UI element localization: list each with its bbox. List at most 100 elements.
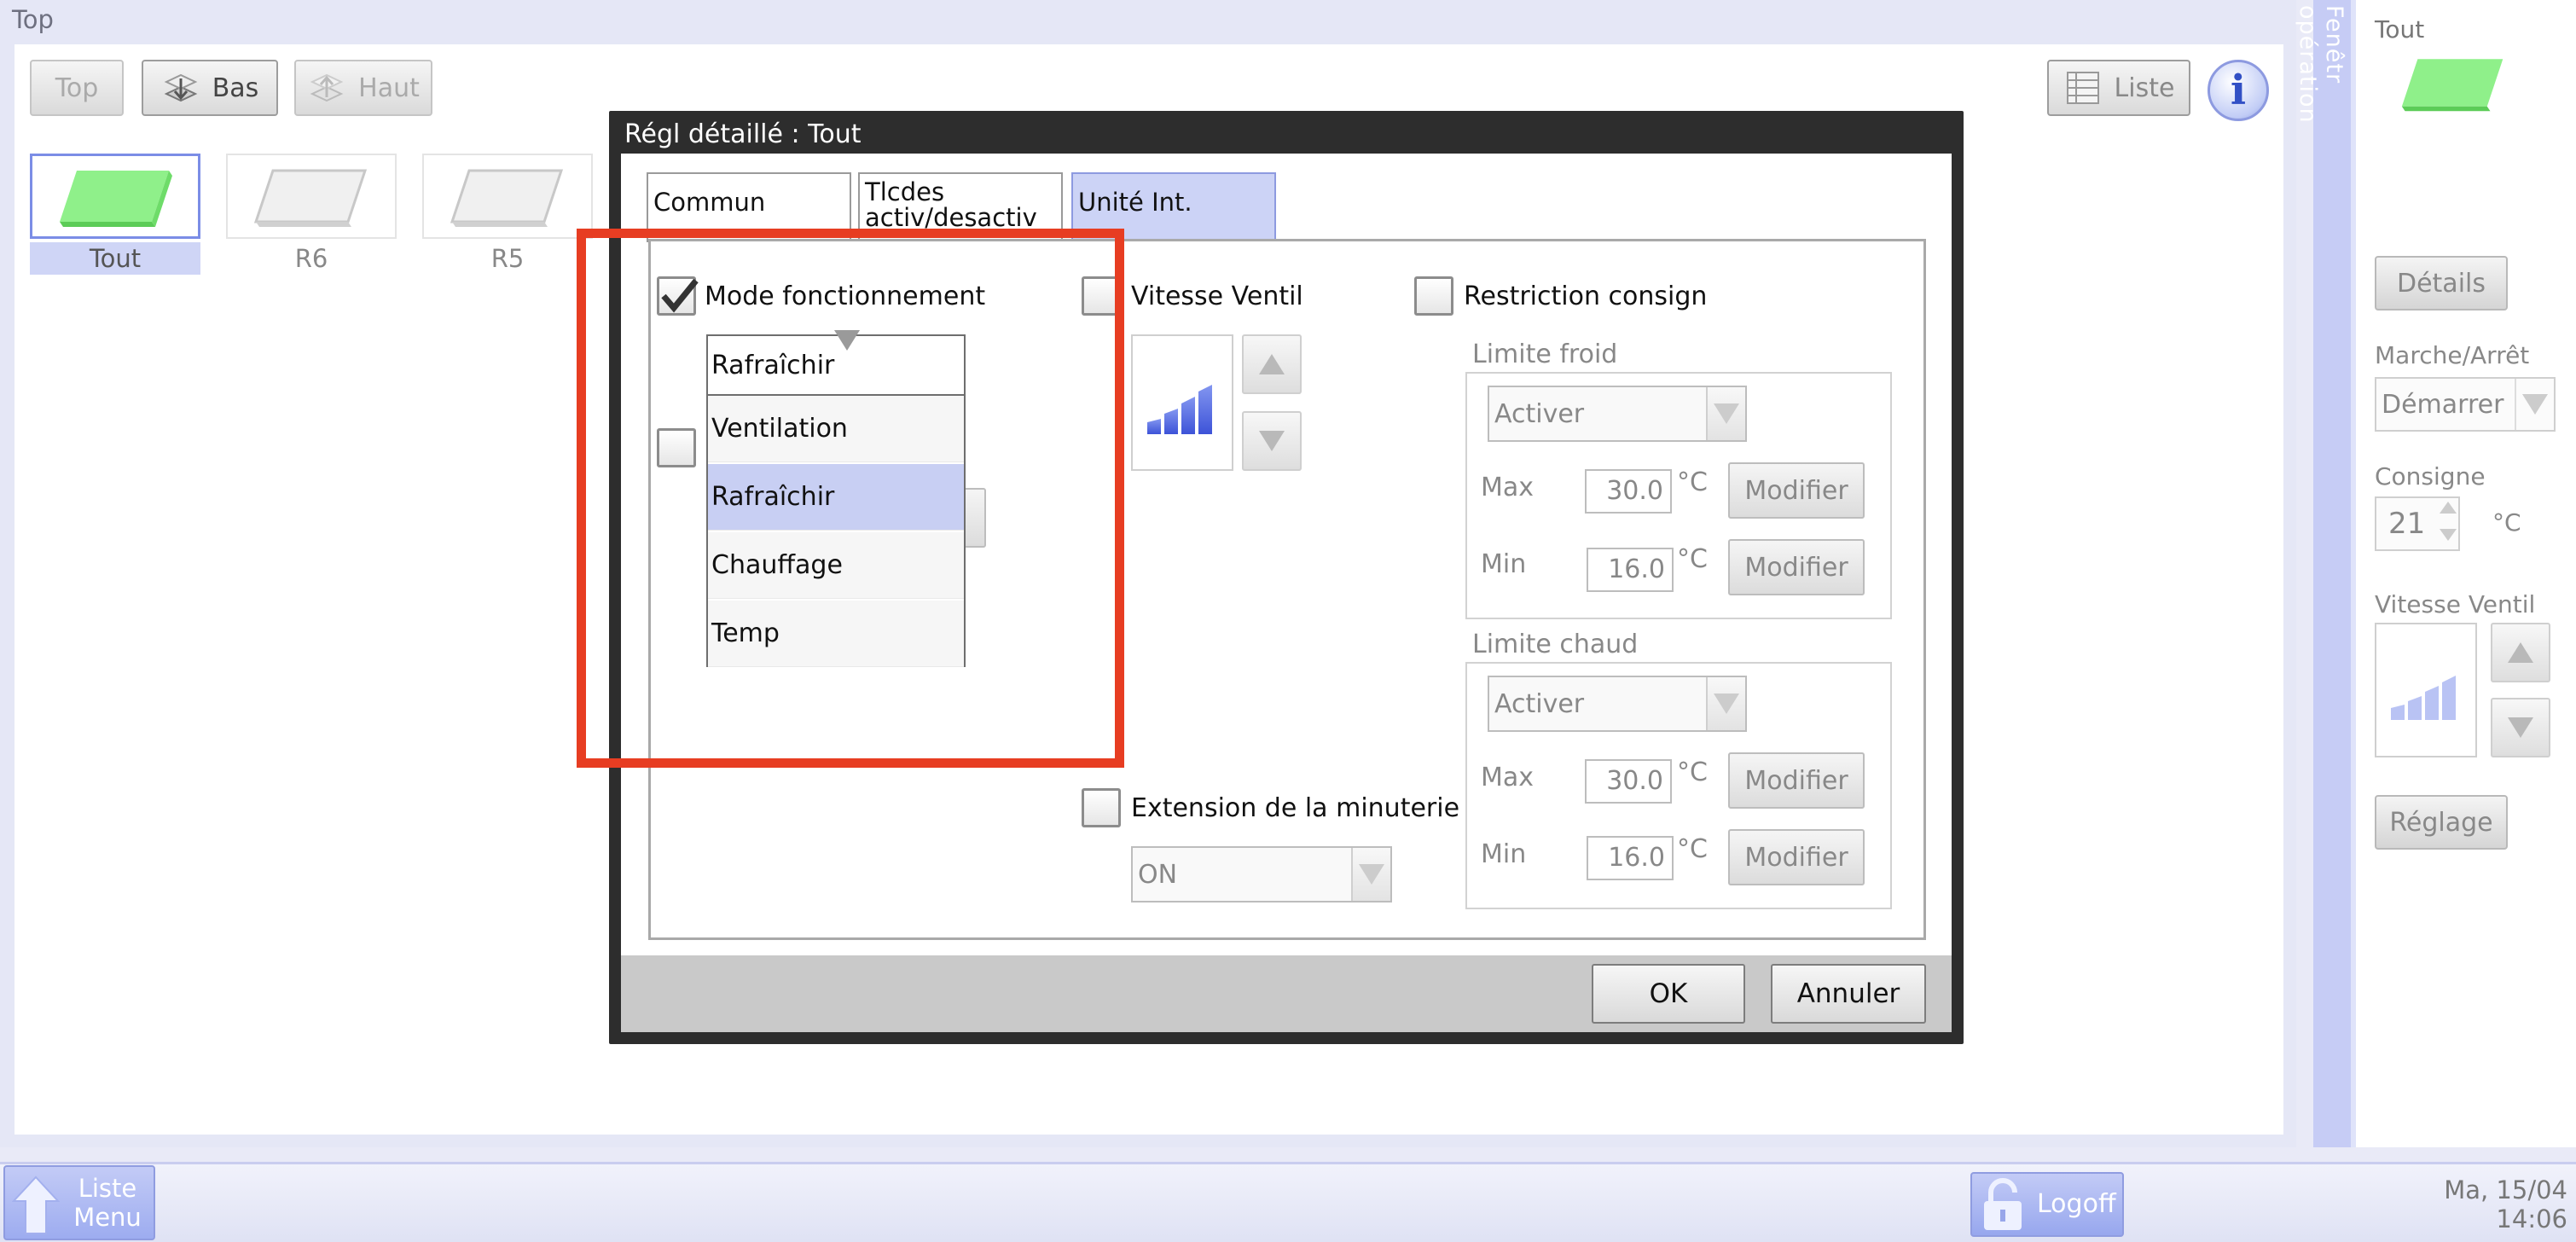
logoff-label: Logoff — [2037, 1189, 2116, 1219]
arrow-up-icon — [2508, 642, 2533, 663]
tab-indoor-unit[interactable]: Unité Int. — [1071, 172, 1276, 242]
liste-menu-label: Liste Menu — [65, 1174, 150, 1232]
time-label: 14:06 — [2496, 1204, 2567, 1233]
cold-max-modify-button[interactable]: Modifier — [1728, 462, 1865, 519]
haut-button[interactable]: Haut — [294, 60, 432, 116]
consigne-stepper[interactable]: 21 — [2375, 496, 2460, 551]
chevron-down-icon — [1706, 387, 1745, 440]
onoff-value: Démarrer — [2382, 389, 2504, 420]
ok-button-label: OK — [1649, 978, 1688, 1009]
area-green-icon — [2401, 59, 2503, 112]
cold-min-modify-button[interactable]: Modifier — [1728, 539, 1865, 595]
timer-extension-label: Extension de la minuterie — [1131, 793, 1460, 823]
chevron-down-icon — [834, 329, 861, 380]
operation-panel: Tout Détails Marche/Arrêt Démarrer Consi… — [2351, 0, 2576, 1147]
area-thumb-r6[interactable] — [226, 154, 397, 239]
logoff-button[interactable]: Logoff — [1970, 1172, 2124, 1237]
top-button-label: Top — [55, 73, 99, 103]
haut-button-label: Haut — [358, 73, 420, 103]
hot-max-field[interactable]: 30.0 — [1585, 759, 1672, 804]
ok-button[interactable]: OK — [1592, 964, 1745, 1024]
list-icon — [2066, 72, 2099, 104]
chevron-down-icon — [1706, 677, 1745, 730]
hot-max-unit: °C — [1677, 757, 1708, 787]
fan-checkbox[interactable] — [1082, 276, 1121, 316]
hot-enable-value: Activer — [1494, 688, 1585, 719]
modify-label: Modifier — [1744, 842, 1848, 873]
hot-min-field[interactable]: 16.0 — [1587, 836, 1674, 880]
area-label-r5: R5 — [490, 244, 525, 273]
lock-icon — [1984, 1178, 2022, 1230]
mode-select[interactable]: Rafraîchir — [706, 329, 966, 396]
liste-button[interactable]: Liste — [2047, 60, 2190, 116]
consigne-label: Consigne — [2375, 462, 2486, 490]
fan-speed-icon — [1147, 385, 1212, 434]
tab-remote-controls-label: Tlcdes activ/desactiv — [865, 177, 1037, 232]
reglage-button[interactable]: Réglage — [2375, 795, 2508, 850]
stepper-down-icon[interactable] — [2440, 529, 2457, 541]
bas-button[interactable]: Bas — [142, 60, 278, 116]
mode-label: Mode fonctionnement — [705, 281, 986, 311]
selected-area-name: Tout — [2375, 15, 2425, 44]
top-button[interactable]: Top — [30, 60, 124, 116]
level-down-icon — [164, 73, 198, 102]
hot-limit-title: Limite chaud — [1472, 630, 1639, 659]
liste-menu-button[interactable]: Liste Menu — [3, 1165, 155, 1240]
timer-extension-select[interactable]: ON — [1131, 846, 1392, 902]
onoff-select[interactable]: Démarrer — [2375, 377, 2556, 432]
details-button[interactable]: Détails — [2375, 256, 2508, 310]
mode-option-temp[interactable]: Temp — [708, 601, 964, 667]
liste-menu-label-line1: Liste — [78, 1174, 137, 1203]
page-title: Top — [12, 5, 54, 34]
liste-menu-label-line2: Menu — [73, 1203, 142, 1232]
area-thumb-r5[interactable] — [422, 154, 593, 239]
hot-enable-select[interactable]: Activer — [1488, 676, 1747, 732]
area-grey-icon — [450, 169, 564, 227]
mode-checkbox[interactable] — [657, 276, 699, 316]
dialog-title: Régl détaillé : Tout — [624, 119, 862, 149]
onoff-label: Marche/Arrêt — [2375, 341, 2530, 369]
modify-label: Modifier — [1744, 475, 1848, 506]
mode-option-ventilation[interactable]: Ventilation — [708, 396, 964, 462]
hot-max-modify-button[interactable]: Modifier — [1728, 752, 1865, 809]
cancel-button[interactable]: Annuler — [1771, 964, 1926, 1024]
details-button-label: Détails — [2396, 268, 2486, 299]
arrow-down-icon — [1259, 431, 1285, 451]
mode-option-chauffage[interactable]: Chauffage — [708, 532, 964, 599]
area-label-tout: Tout — [30, 242, 200, 275]
fan-down-button[interactable] — [2491, 698, 2550, 757]
stepper-up-icon[interactable] — [2440, 502, 2457, 514]
mode-option-rafraichir[interactable]: Rafraîchir — [708, 464, 964, 531]
bas-button-label: Bas — [212, 73, 259, 103]
fan-speed-display — [2375, 623, 2477, 757]
checkmark-icon — [661, 278, 699, 313]
liste-button-label: Liste — [2114, 73, 2175, 103]
arrow-down-icon — [2508, 717, 2533, 738]
fan-speed-label: Vitesse Ventil — [2375, 590, 2536, 618]
hot-min-label: Min — [1481, 839, 1527, 869]
cold-enable-select[interactable]: Activer — [1488, 386, 1747, 442]
cold-min-field[interactable]: 16.0 — [1587, 548, 1674, 592]
tab-remote-controls[interactable]: Tlcdes activ/desactiv — [858, 172, 1063, 242]
hidden-option-checkbox[interactable] — [657, 428, 696, 467]
cold-min-unit: °C — [1677, 544, 1708, 574]
tab-commun[interactable]: Commun — [647, 172, 851, 242]
timer-extension-value: ON — [1138, 859, 1178, 890]
area-grey-icon — [253, 169, 368, 227]
chevron-down-icon — [1351, 848, 1390, 901]
fan-down-button[interactable] — [1242, 411, 1302, 471]
mode-selected-value: Rafraîchir — [711, 350, 835, 380]
restriction-checkbox[interactable] — [1414, 276, 1453, 316]
fan-up-button[interactable] — [1242, 334, 1302, 394]
hot-min-modify-button[interactable]: Modifier — [1728, 829, 1865, 885]
cold-max-field[interactable]: 30.0 — [1585, 469, 1672, 514]
fan-speed-display — [1131, 334, 1233, 471]
tab-commun-label: Commun — [653, 188, 766, 217]
modify-label: Modifier — [1744, 765, 1848, 796]
timer-extension-checkbox[interactable] — [1082, 788, 1121, 827]
area-thumb-tout[interactable] — [30, 154, 200, 239]
info-icon[interactable]: i — [2208, 60, 2269, 121]
mode-options-list: Ventilation Rafraîchir Chauffage Temp — [706, 394, 966, 667]
fan-up-button[interactable] — [2491, 623, 2550, 682]
fan-label: Vitesse Ventil — [1131, 281, 1303, 311]
